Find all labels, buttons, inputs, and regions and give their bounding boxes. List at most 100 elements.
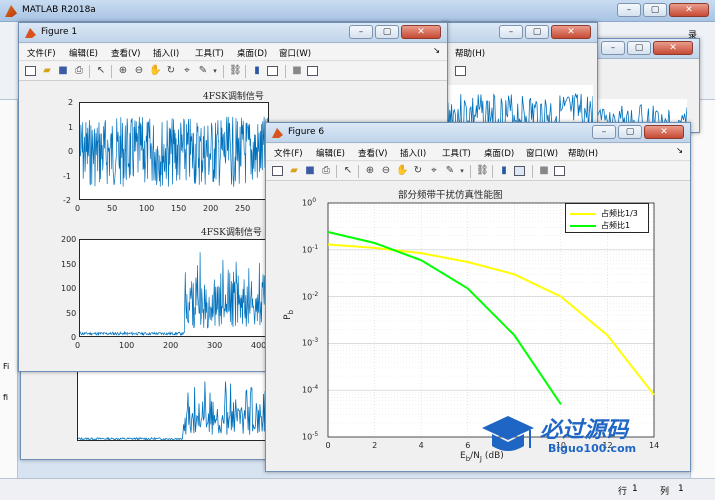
fig6-rotate-icon[interactable]: ↻ — [412, 165, 424, 177]
fig6-pan-icon[interactable]: ✋ — [396, 165, 408, 177]
fig1-plot1-xtick-0: 0 — [75, 204, 81, 213]
figure-6-title: Figure 6 — [288, 127, 325, 137]
fig1-menu-insert[interactable]: 插入(I) — [153, 47, 179, 59]
fig1-new-icon[interactable] — [25, 66, 36, 76]
fig1-colorbar-icon[interactable]: ▮ — [251, 65, 263, 77]
figure-icon — [272, 128, 283, 138]
figure-icon — [25, 28, 36, 38]
fig1-menu-dock-icon[interactable]: ↘ — [433, 46, 440, 56]
bg2-menu-help[interactable]: 帮助(H) — [455, 47, 485, 59]
background-figure-lower — [20, 360, 270, 460]
fig6-menu-help[interactable]: 帮助(H) — [568, 147, 598, 159]
fig1-minimize-button[interactable]: – — [349, 25, 373, 39]
fig6-hide-tools-icon[interactable]: ■ — [538, 165, 550, 177]
fig1-plot2-ytick-0: 200 — [61, 235, 77, 244]
fig6-brush-icon[interactable]: ✎ — [444, 165, 456, 177]
ber-chart-legend[interactable]: 占频比1/3 占频比1 — [565, 203, 649, 233]
matlab-right-panel — [690, 100, 715, 478]
left-panel-label-fi2: fi — [3, 393, 9, 402]
matlab-statusbar: 行 1 列 1 — [0, 478, 715, 500]
fig1-pan-icon[interactable]: ✋ — [149, 65, 161, 77]
fig1-open-icon[interactable]: ▰ — [41, 65, 53, 77]
fig1-legend-icon[interactable] — [267, 66, 278, 76]
background-figure-window-2: – ▢ ✕ 帮助(H) — [442, 22, 598, 132]
left-panel-label-fi: Fi — [3, 362, 10, 371]
fig1-plot1-ytick-0: 2 — [68, 98, 74, 107]
fig6-save-icon[interactable]: ■ — [304, 165, 316, 177]
fig1-close-button[interactable]: ✕ — [401, 25, 441, 39]
fig1-menu-window[interactable]: 窗口(W) — [279, 47, 311, 59]
fig6-new-icon[interactable] — [272, 166, 283, 176]
bg2-panel-icon[interactable] — [455, 66, 466, 76]
fig6-maximize-button[interactable]: ▢ — [618, 125, 642, 139]
fig1-menu-edit[interactable]: 编辑(E) — [69, 47, 98, 59]
fig6-zoom-out-icon[interactable]: ⊖ — [380, 165, 392, 177]
fig6-minimize-button[interactable]: – — [592, 125, 616, 139]
fig6-menu-tools[interactable]: 工具(T) — [442, 147, 471, 159]
bg3-minimize-button[interactable]: – — [601, 41, 625, 55]
fig6-legend-icon[interactable] — [514, 166, 525, 176]
legend-swatch-green — [570, 225, 596, 227]
fig1-maximize-button[interactable]: ▢ — [375, 25, 399, 39]
fig1-plot2-ytick-1: 150 — [61, 259, 77, 269]
fig6-menu-dock-icon[interactable]: ↘ — [676, 146, 683, 156]
lower-plot-area — [77, 369, 269, 441]
fig1-zoom-in-icon[interactable]: ⊕ — [117, 65, 129, 77]
fig1-brush-icon[interactable]: ✎ — [197, 65, 209, 77]
fig6-close-button[interactable]: ✕ — [644, 125, 684, 139]
fig1-brush-dropdown-icon[interactable]: ▾ — [209, 65, 221, 77]
fig1-plot1-xtick-5: 250 — [235, 204, 251, 213]
fig1-plot1-ytick-3: -1 — [63, 171, 71, 181]
fig1-hide-tools-icon[interactable]: ■ — [291, 65, 303, 77]
fig1-plot2-axes[interactable] — [79, 239, 269, 337]
fig6-pointer-icon[interactable]: ↖ — [342, 165, 354, 177]
figure-1-title: Figure 1 — [41, 27, 78, 37]
fig1-toolbar: ▰ ■ ⎙ ↖ ⊕ ⊖ ✋ ↻ ⌖ ✎ ▾ ⛓ ▮ ■ — [19, 62, 447, 81]
fig6-menu-window[interactable]: 窗口(W) — [526, 147, 558, 159]
fig6-menu-desktop[interactable]: 桌面(D) — [484, 147, 514, 159]
fig1-zoom-out-icon[interactable]: ⊖ — [133, 65, 145, 77]
fig6-colorbar-icon[interactable]: ▮ — [498, 165, 510, 177]
fig1-menu-file[interactable]: 文件(F) — [27, 47, 56, 59]
fig1-menu-view[interactable]: 查看(V) — [111, 47, 140, 59]
fig6-open-icon[interactable]: ▰ — [288, 165, 300, 177]
fig1-pointer-icon[interactable]: ↖ — [95, 65, 107, 77]
fig1-plot1-xtick-3: 150 — [171, 204, 187, 213]
bg3-maximize-button[interactable]: ▢ — [627, 41, 651, 55]
bg2-maximize-button[interactable]: ▢ — [525, 25, 549, 39]
matlab-minimize-button[interactable]: – — [617, 3, 641, 17]
status-col-value: 1 — [678, 484, 684, 494]
fig1-plot2-xtick-2: 200 — [163, 341, 179, 350]
fig6-menu-file[interactable]: 文件(F) — [274, 147, 303, 159]
fig1-rotate-icon[interactable]: ↻ — [165, 65, 177, 77]
fig1-menu-tools[interactable]: 工具(T) — [195, 47, 224, 59]
ber-plot-background — [328, 203, 654, 437]
fig1-datacursor-icon[interactable]: ⌖ — [181, 65, 193, 77]
matlab-close-button[interactable]: ✕ — [669, 3, 709, 17]
fig1-menubar: 文件(F) 编辑(E) 查看(V) 插入(I) 工具(T) 桌面(D) 窗口(W… — [19, 44, 447, 61]
bg2-close-button[interactable]: ✕ — [551, 25, 591, 39]
fig6-zoom-in-icon[interactable]: ⊕ — [364, 165, 376, 177]
ber-xtick-3: 6 — [465, 441, 471, 450]
ber-xtick-1: 2 — [372, 441, 378, 450]
matlab-maximize-button[interactable]: ▢ — [643, 3, 667, 17]
fig1-show-tools-icon[interactable] — [307, 66, 318, 76]
fig1-link-icon[interactable]: ⛓ — [229, 65, 242, 77]
fig6-brush-dropdown-icon[interactable]: ▾ — [456, 165, 468, 177]
fig1-menu-desktop[interactable]: 桌面(D) — [237, 47, 267, 59]
fig6-print-icon[interactable]: ⎙ — [320, 165, 332, 177]
bg3-close-button[interactable]: ✕ — [653, 41, 693, 55]
fig6-menu-edit[interactable]: 编辑(E) — [316, 147, 345, 159]
ber-ytick-5: 10-5 — [302, 431, 319, 442]
fig6-datacursor-icon[interactable]: ⌖ — [428, 165, 440, 177]
bg2-minimize-button[interactable]: – — [499, 25, 523, 39]
fig6-menu-view[interactable]: 查看(V) — [358, 147, 387, 159]
fig6-menu-insert[interactable]: 插入(I) — [400, 147, 426, 159]
fig6-link-icon[interactable]: ⛓ — [476, 165, 489, 177]
ber-ytick-0: 100 — [302, 197, 317, 208]
fig1-plot1-axes[interactable] — [79, 102, 269, 200]
fig1-print-icon[interactable]: ⎙ — [73, 65, 85, 77]
fig6-show-tools-icon[interactable] — [554, 166, 565, 176]
watermark-site: Biguo100.com — [548, 442, 637, 455]
fig1-save-icon[interactable]: ■ — [57, 65, 69, 77]
